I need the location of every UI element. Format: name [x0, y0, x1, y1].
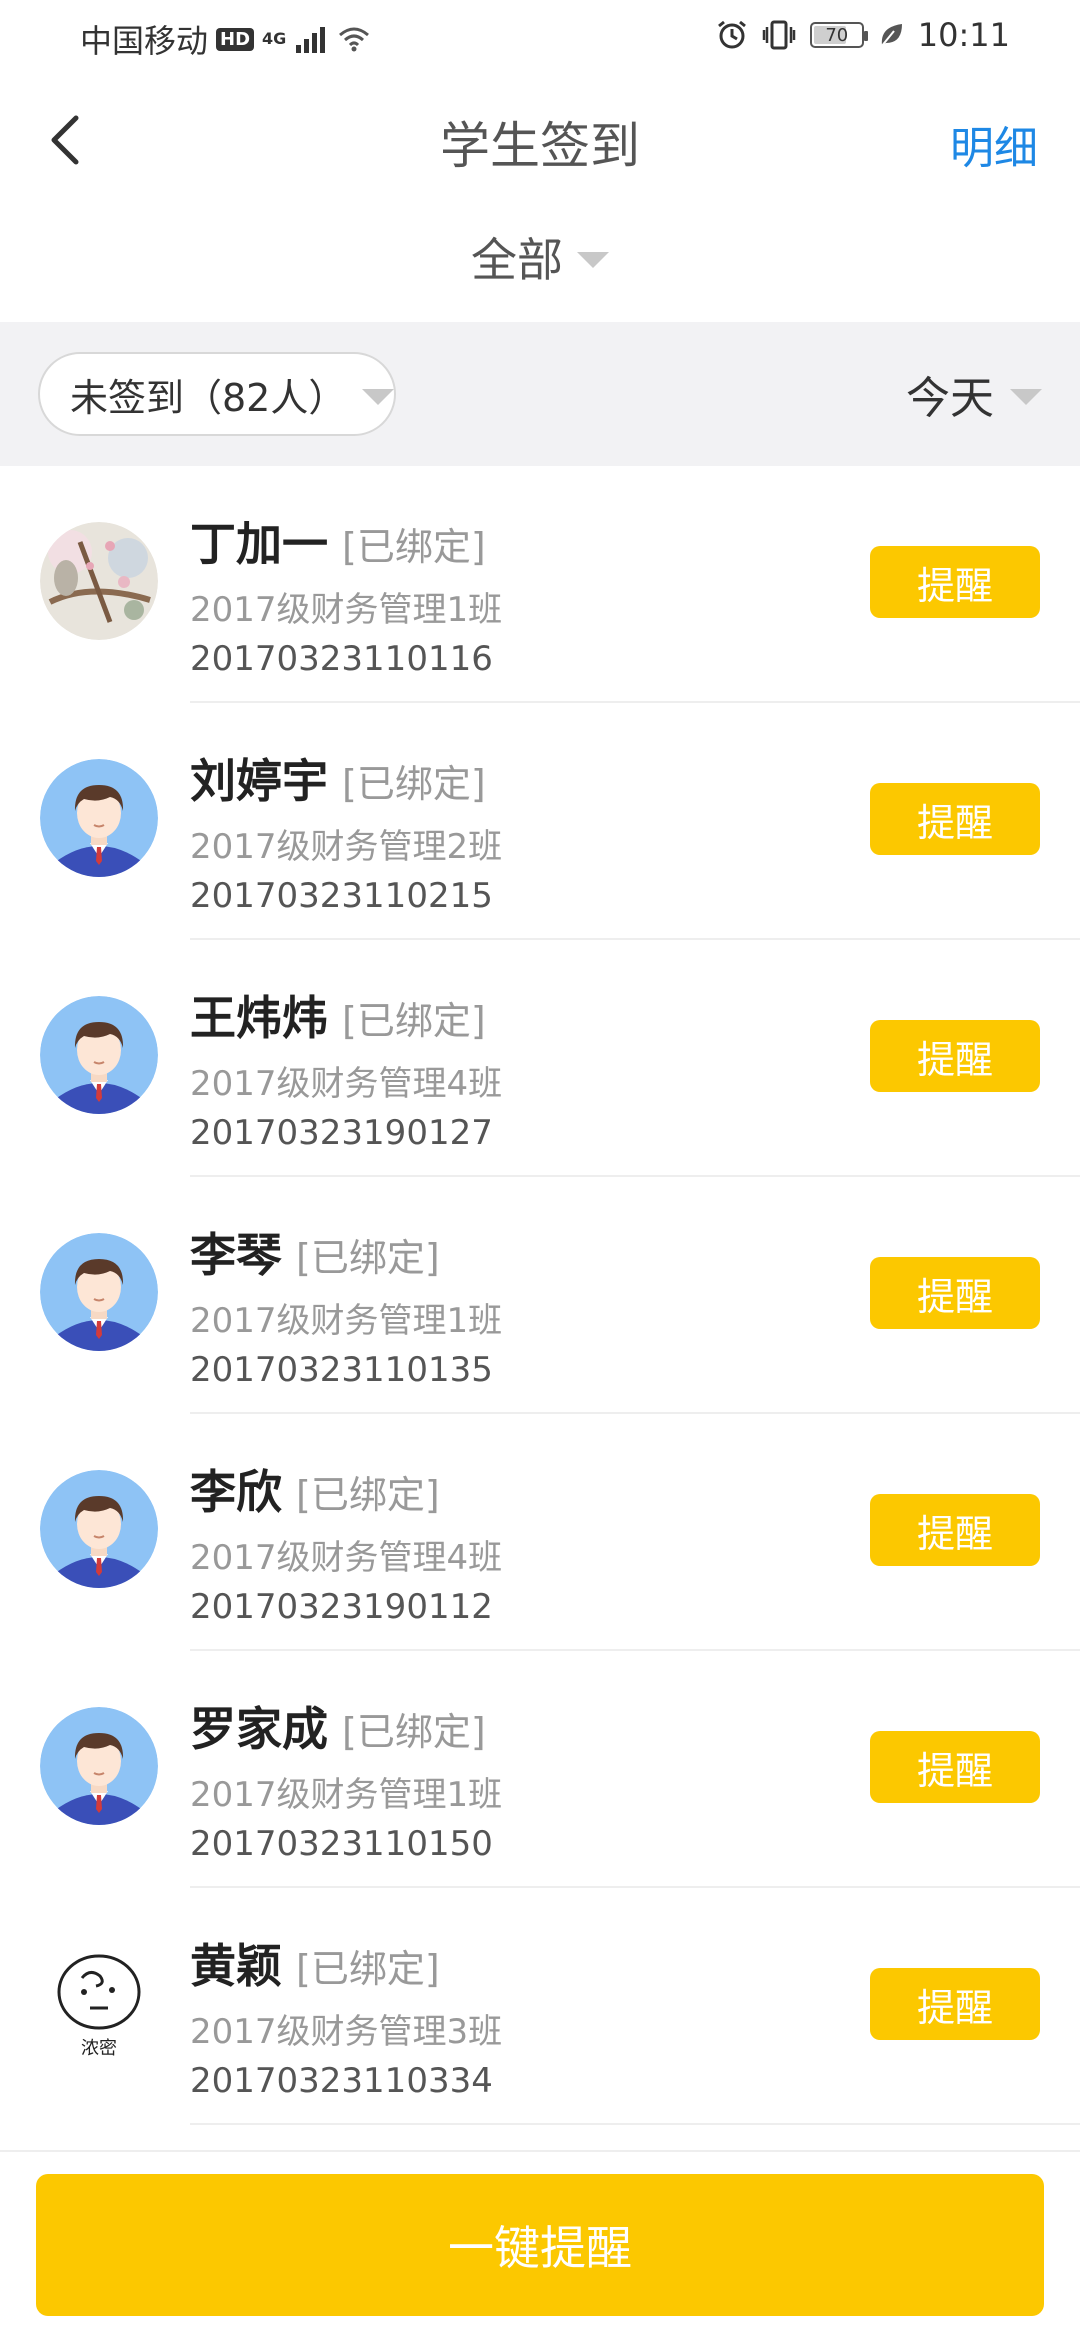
- name-line: 黄颖 [已绑定]: [190, 1930, 502, 1996]
- student-id: 20170323190112: [190, 1587, 493, 1627]
- date-label: 今天: [906, 373, 994, 424]
- student-class: 2017级财务管理1班: [190, 1301, 503, 1341]
- filter-band: 未签到（82人） 今天: [0, 322, 1080, 466]
- remind-button[interactable]: 提醒: [870, 546, 1040, 618]
- name-line: 李欣 [已绑定]: [190, 1456, 502, 1522]
- bound-status: [已绑定]: [342, 1710, 486, 1754]
- student-id: 20170323190127: [190, 1113, 493, 1153]
- student-id: 20170323110135: [190, 1350, 493, 1390]
- remind-button[interactable]: 提醒: [870, 1494, 1040, 1566]
- leaf-icon: [880, 24, 902, 48]
- date-dropdown[interactable]: 今天: [906, 362, 1042, 426]
- clock: 10:11: [917, 16, 1010, 54]
- name-line: 罗家成 [已绑定]: [190, 1693, 502, 1759]
- student-name: 李欣: [190, 1465, 282, 1519]
- student-row[interactable]: 刘婷宇 [已绑定] 2017级财务管理2班 20170323110215 提醒: [0, 703, 1080, 940]
- student-info: 黄颖 [已绑定] 2017级财务管理3班 20170323110334: [190, 1930, 502, 2101]
- remind-button[interactable]: 提醒: [870, 1020, 1040, 1092]
- student-info: 罗家成 [已绑定] 2017级财务管理1班 20170323110150: [190, 1693, 502, 1864]
- student-class: 2017级财务管理4班: [190, 1064, 503, 1104]
- status-left: 中国移动 HD 4G: [80, 16, 370, 62]
- student-id: 20170323110215: [190, 876, 493, 916]
- student-info: 王炜炜 [已绑定] 2017级财务管理4班 20170323190127: [190, 982, 502, 1153]
- default-avatar-icon[interactable]: [40, 996, 158, 1114]
- student-name: 李琴: [190, 1228, 282, 1282]
- vibrate-icon: [762, 20, 796, 50]
- student-class: 2017级财务管理4班: [190, 1538, 503, 1578]
- network-type: 4G: [262, 29, 287, 48]
- student-class: 2017级财务管理2班: [190, 827, 503, 867]
- caret-down-icon: [362, 389, 394, 405]
- remind-button[interactable]: 提醒: [870, 1731, 1040, 1803]
- student-class: 2017级财务管理1班: [190, 1775, 503, 1815]
- student-row[interactable]: 李琴 [已绑定] 2017级财务管理1班 20170323110135 提醒: [0, 1177, 1080, 1414]
- remind-button[interactable]: 提醒: [870, 783, 1040, 855]
- photo-avatar[interactable]: [40, 522, 158, 640]
- battery-icon: 70: [809, 22, 868, 48]
- default-avatar-icon[interactable]: [40, 1470, 158, 1588]
- student-class: 2017级财务管理1班: [190, 590, 503, 630]
- scope-filter-row: 全部: [0, 210, 1080, 322]
- student-name: 黄颖: [190, 1939, 282, 1993]
- signin-status-dropdown[interactable]: 未签到（82人）: [38, 352, 396, 436]
- student-info: 丁加一 [已绑定] 2017级财务管理1班 20170323110116: [190, 508, 502, 679]
- carrier-label: 中国移动: [80, 22, 209, 60]
- row-divider: [190, 2123, 1080, 2125]
- status-bar: 中国移动 HD 4G 70 10:11: [0, 0, 1080, 70]
- student-info: 李琴 [已绑定] 2017级财务管理1班 20170323110135: [190, 1219, 502, 1390]
- status-right: 70 10:11: [716, 16, 1010, 54]
- wifi-icon: [339, 27, 370, 52]
- student-id: 20170323110334: [190, 2061, 493, 2101]
- student-id: 20170323110116: [190, 639, 493, 679]
- caret-down-icon: [577, 252, 609, 268]
- name-line: 李琴 [已绑定]: [190, 1219, 502, 1285]
- student-id: 20170323110150: [190, 1824, 493, 1864]
- student-list: 丁加一 [已绑定] 2017级财务管理1班 20170323110116 提醒 …: [0, 466, 1080, 2125]
- student-name: 王炜炜: [190, 991, 328, 1045]
- svg-text:浓密: 浓密: [81, 2038, 117, 2059]
- scope-dropdown[interactable]: 全部: [0, 224, 1080, 290]
- student-info: 李欣 [已绑定] 2017级财务管理4班 20170323190112: [190, 1456, 502, 1627]
- name-line: 丁加一 [已绑定]: [190, 508, 502, 574]
- bottom-bar: 一键提醒: [0, 2150, 1080, 2340]
- default-avatar-icon[interactable]: [40, 1233, 158, 1351]
- student-name: 刘婷宇: [190, 754, 328, 808]
- default-avatar-icon[interactable]: [40, 1707, 158, 1825]
- remind-button[interactable]: 提醒: [870, 1968, 1040, 2040]
- bound-status: [已绑定]: [296, 1236, 440, 1280]
- page-title: 学生签到: [440, 117, 640, 175]
- detail-link[interactable]: 明细: [950, 112, 1038, 176]
- student-row[interactable]: 丁加一 [已绑定] 2017级财务管理1班 20170323110116 提醒: [0, 466, 1080, 703]
- default-avatar-icon[interactable]: [40, 759, 158, 877]
- battery-level: 70: [825, 24, 849, 46]
- caret-down-icon: [1010, 389, 1042, 405]
- name-line: 王炜炜 [已绑定]: [190, 982, 502, 1048]
- hd-icon: HD: [216, 27, 255, 51]
- bound-status: [已绑定]: [296, 1947, 440, 1991]
- bound-status: [已绑定]: [342, 999, 486, 1043]
- student-class: 2017级财务管理3班: [190, 2012, 503, 2052]
- scope-label: 全部: [471, 233, 563, 287]
- student-row[interactable]: 浓密 黄颖 [已绑定] 2017级财务管理3班 20170323110334 提…: [0, 1888, 1080, 2125]
- student-row[interactable]: 王炜炜 [已绑定] 2017级财务管理4班 20170323190127 提醒: [0, 940, 1080, 1177]
- student-name: 丁加一: [190, 517, 328, 571]
- student-row[interactable]: 罗家成 [已绑定] 2017级财务管理1班 20170323110150 提醒: [0, 1651, 1080, 1888]
- student-info: 刘婷宇 [已绑定] 2017级财务管理2班 20170323110215: [190, 745, 502, 916]
- bound-status: [已绑定]: [342, 525, 486, 569]
- sketch-avatar[interactable]: 浓密: [40, 1944, 158, 2062]
- app-header: 学生签到 明细: [0, 70, 1080, 210]
- student-name: 罗家成: [190, 1702, 328, 1756]
- signin-status-label: 未签到（82人）: [70, 375, 347, 420]
- name-line: 刘婷宇 [已绑定]: [190, 745, 502, 811]
- bound-status: [已绑定]: [296, 1473, 440, 1517]
- remind-button[interactable]: 提醒: [870, 1257, 1040, 1329]
- student-row[interactable]: 李欣 [已绑定] 2017级财务管理4班 20170323190112 提醒: [0, 1414, 1080, 1651]
- bound-status: [已绑定]: [342, 762, 486, 806]
- alarm-icon: [717, 20, 746, 49]
- signal-icon: [296, 27, 326, 53]
- remind-all-button[interactable]: 一键提醒: [36, 2174, 1044, 2316]
